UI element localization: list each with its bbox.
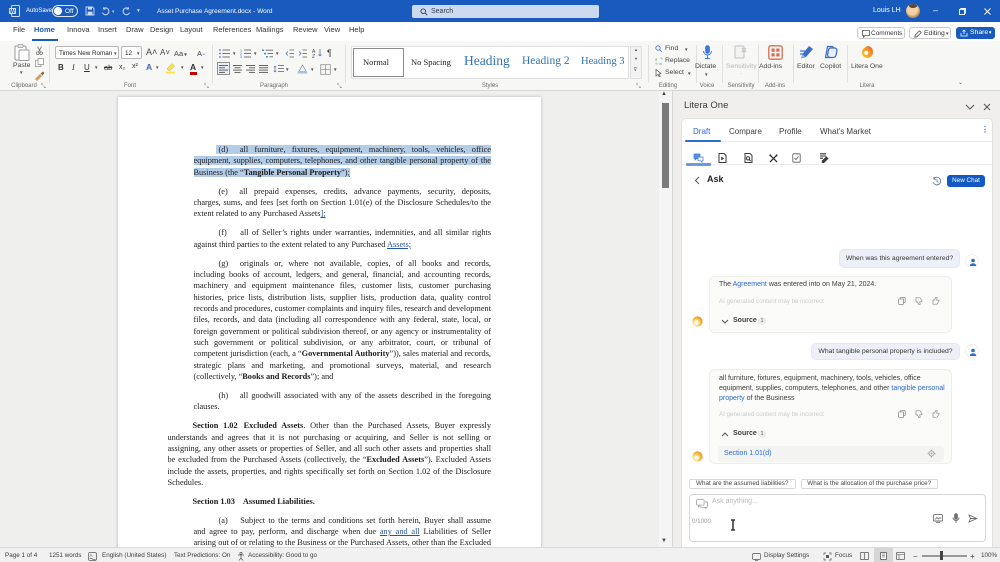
svg-text:W: W: [10, 9, 16, 15]
svg-text:3: 3: [240, 55, 242, 58]
svg-text:Z: Z: [312, 54, 315, 58]
svg-text:b: b: [660, 61, 663, 65]
svg-text:A: A: [90, 553, 93, 558]
svg-text:a: a: [655, 57, 658, 62]
